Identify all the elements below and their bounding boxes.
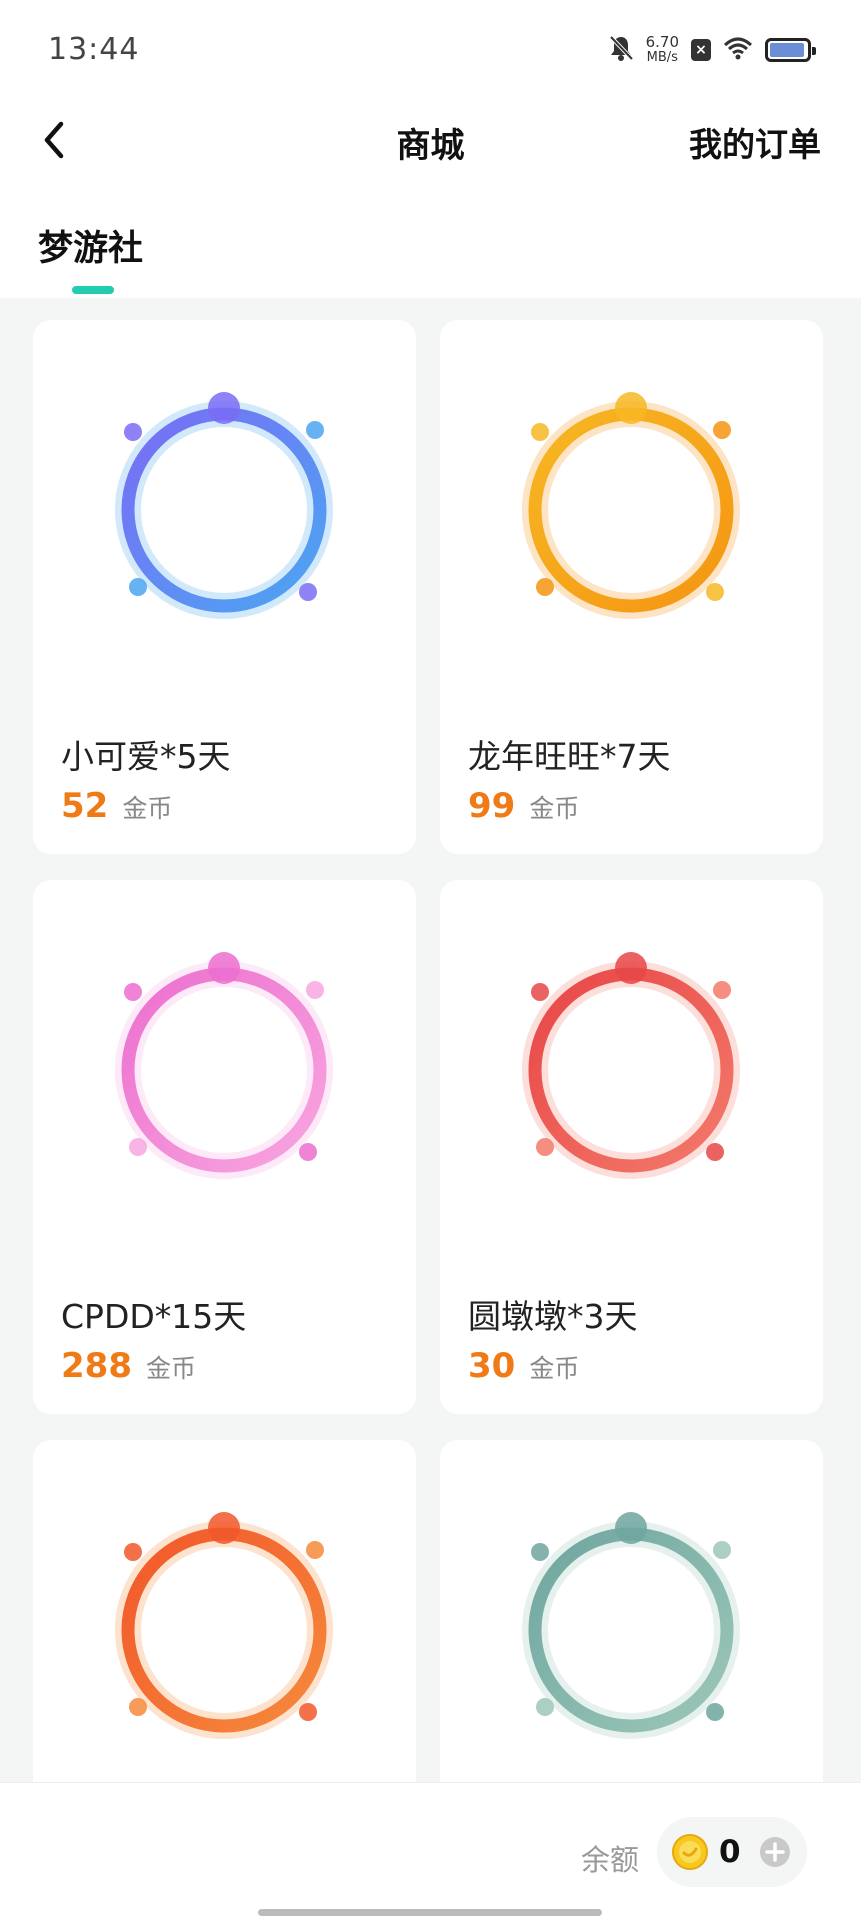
frame-ring (121, 407, 327, 613)
avatar-frame-image (522, 952, 740, 1179)
bottom-bar: 余额 0 (0, 1782, 861, 1920)
price-row: 288 金币 (61, 1346, 196, 1386)
frame-ornament (299, 1703, 317, 1721)
price-currency: 金币 (529, 794, 580, 823)
frame-ornament (706, 1703, 724, 1721)
product-card[interactable]: 圆墩墩*3天 30 金币 (440, 880, 823, 1414)
frame-ornament (615, 1512, 647, 1544)
product-name: 圆墩墩*3天 (468, 1297, 638, 1336)
balance-pill[interactable]: 0 (657, 1817, 807, 1887)
frame-ornament (129, 1138, 147, 1156)
header-area: 13:44 6.70 MB/s × 商城 我的订单 梦游社 (0, 0, 861, 298)
frame-ring (121, 1527, 327, 1733)
price-row: 99 金币 (468, 786, 579, 826)
frame-ornament (536, 1698, 554, 1716)
frame-ornament (713, 421, 731, 439)
product-card[interactable]: CPDD*15天 288 金币 (33, 880, 416, 1414)
frame-ornament (299, 1143, 317, 1161)
product-card[interactable]: 小可爱*5天 52 金币 (33, 320, 416, 854)
frame-ornament (306, 421, 324, 439)
my-orders-link[interactable]: 我的订单 (689, 118, 821, 166)
product-price: 52 (61, 786, 109, 826)
wifi-icon (723, 36, 753, 64)
status-time: 13:44 (48, 32, 140, 67)
sim-off-icon: × (691, 39, 711, 61)
frame-ornament (124, 983, 142, 1001)
mute-bell-icon (608, 34, 634, 66)
product-name: CPDD*15天 (61, 1297, 247, 1336)
avatar-frame-image (115, 392, 333, 619)
frame-ornament (208, 392, 240, 424)
frame-ornament (536, 1138, 554, 1156)
network-speed-value: 6.70 (645, 33, 679, 51)
frame-ornament (706, 1143, 724, 1161)
frame-ring (528, 1527, 734, 1733)
frame-ornament (129, 578, 147, 596)
product-name: 小可爱*5天 (61, 737, 231, 776)
tab-active-indicator (72, 286, 114, 294)
frame-ornament (531, 983, 549, 1001)
network-speed: 6.70 MB/s (645, 33, 679, 66)
frame-ornament (615, 952, 647, 984)
battery-level (770, 43, 805, 57)
frame-ornament (306, 981, 324, 999)
battery-icon (765, 38, 816, 62)
frame-ornament (615, 392, 647, 424)
price-row: 30 金币 (468, 1346, 579, 1386)
frame-ornament (531, 423, 549, 441)
price-row: 52 金币 (61, 786, 172, 826)
avatar-frame-image (115, 1512, 333, 1739)
frame-ornament (531, 1543, 549, 1561)
price-currency: 金币 (529, 1354, 580, 1383)
network-speed-unit: MB/s (646, 50, 678, 65)
avatar-frame-image (522, 1512, 740, 1739)
tab-mengyoushe[interactable]: 梦游社 (38, 220, 143, 271)
frame-ornament (306, 1541, 324, 1559)
frame-ornament (706, 583, 724, 601)
frame-ornament (713, 1541, 731, 1559)
frame-ornament (208, 1512, 240, 1544)
avatar-frame-image (522, 392, 740, 619)
balance-label: 余额 (580, 1843, 639, 1877)
product-name: 龙年旺旺*7天 (468, 737, 671, 776)
plus-circle-icon[interactable] (759, 1836, 791, 1868)
frame-ornament (129, 1698, 147, 1716)
status-icons: 6.70 MB/s × (608, 32, 816, 68)
product-price: 99 (468, 786, 516, 826)
balance-value: 0 (719, 1834, 741, 1870)
product-card[interactable]: 龙年旺旺*7天 99 金币 (440, 320, 823, 854)
tab-bar: 梦游社 (0, 210, 861, 298)
status-bar: 13:44 6.70 MB/s × (0, 0, 861, 100)
price-currency: 金币 (145, 1354, 196, 1383)
frame-ornament (299, 583, 317, 601)
frame-ring (121, 967, 327, 1173)
price-currency: 金币 (122, 794, 173, 823)
home-indicator (258, 1909, 602, 1916)
product-price: 30 (468, 1346, 516, 1386)
gold-coin-icon (672, 1834, 708, 1870)
frame-ornament (124, 423, 142, 441)
frame-ring (528, 407, 734, 613)
product-price: 288 (61, 1346, 132, 1386)
frame-ornament (713, 981, 731, 999)
frame-ornament (124, 1543, 142, 1561)
frame-ring (528, 967, 734, 1173)
frame-ornament (208, 952, 240, 984)
avatar-frame-image (115, 952, 333, 1179)
nav-bar: 商城 我的订单 (0, 100, 861, 180)
frame-ornament (536, 578, 554, 596)
